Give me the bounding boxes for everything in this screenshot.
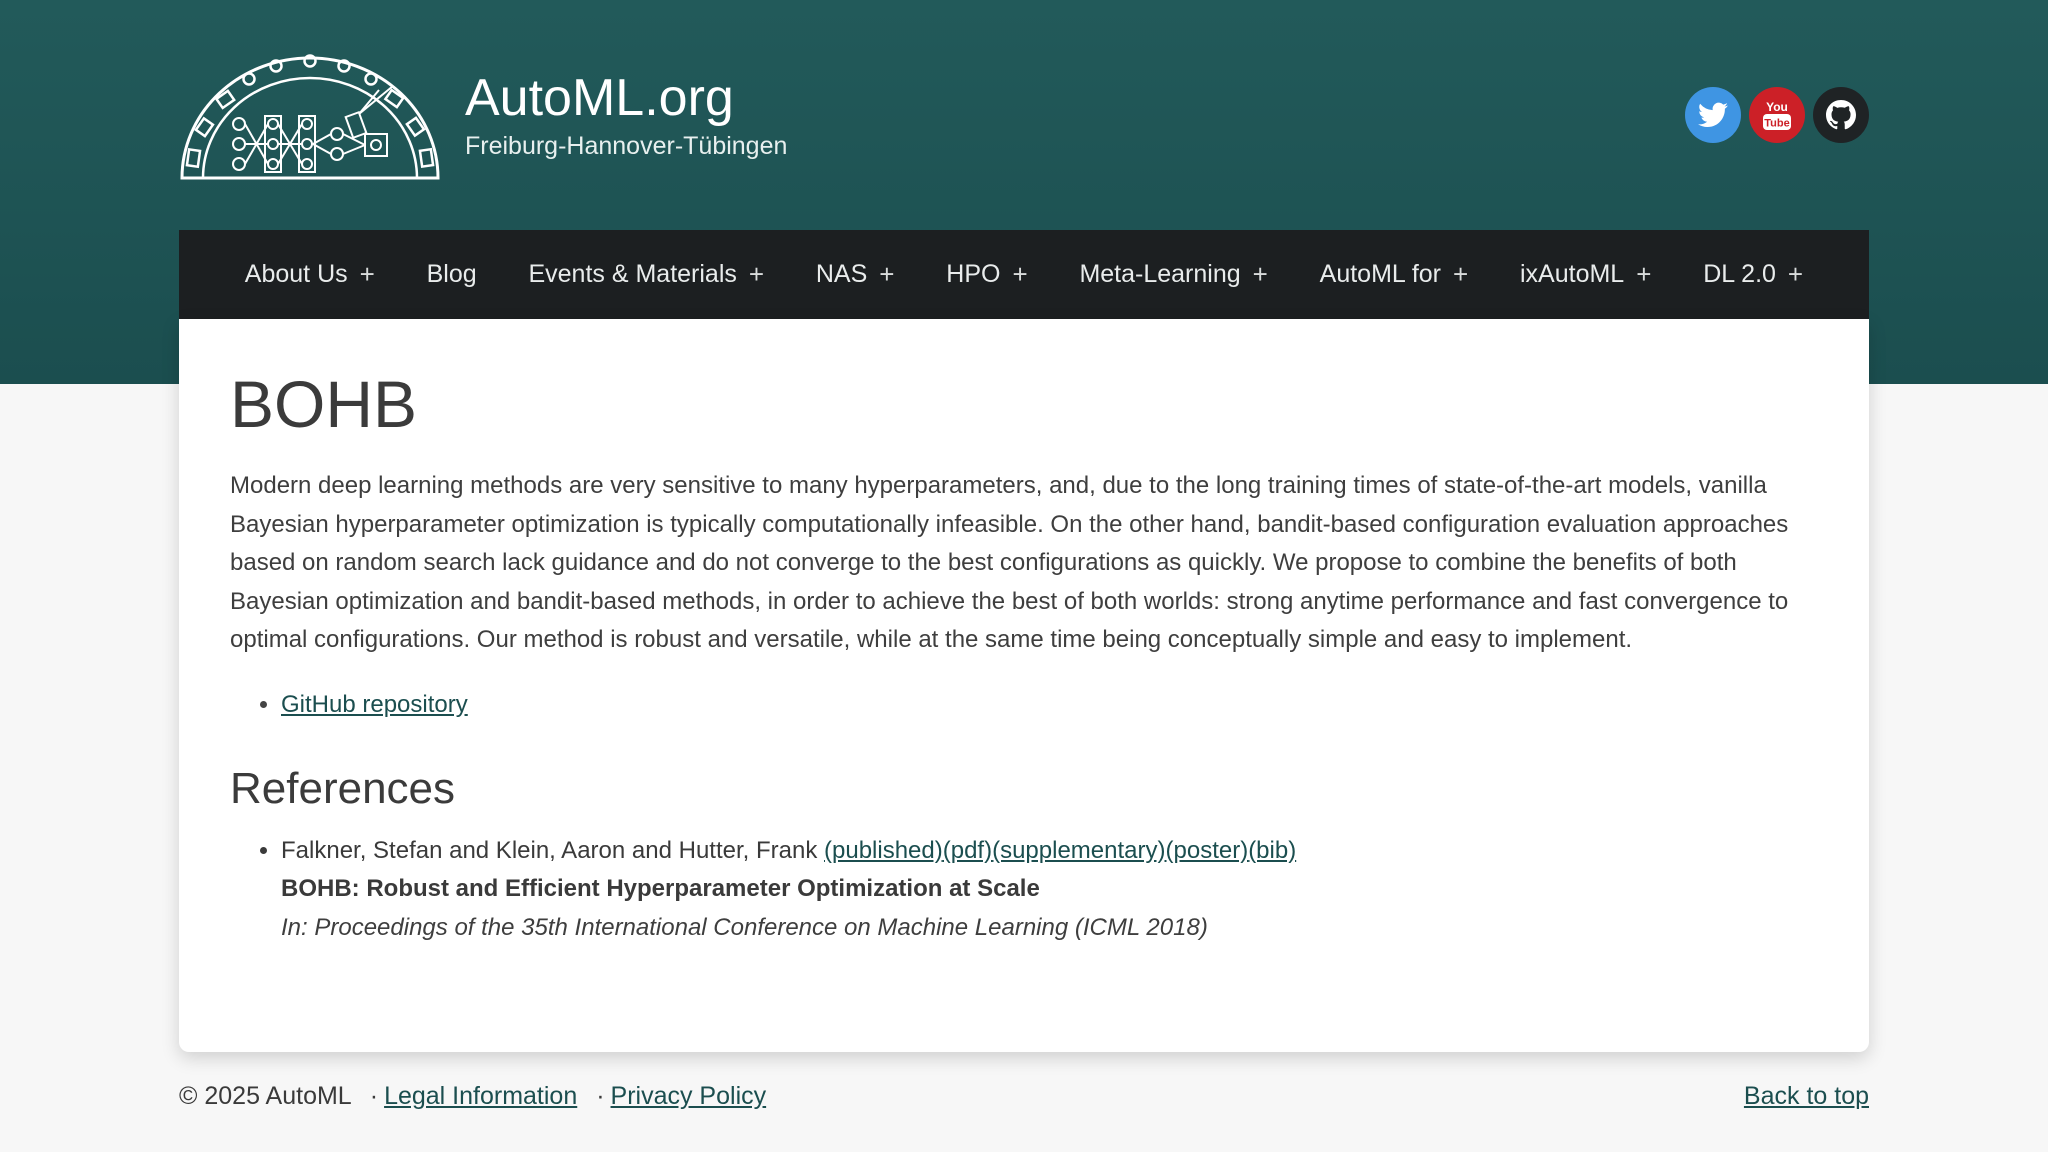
reference-authors: Falkner, Stefan and Klein, Aaron and Hut…: [281, 836, 818, 864]
privacy-policy-link[interactable]: Privacy Policy: [611, 1082, 767, 1110]
social-links: You Tube: [1685, 87, 1869, 143]
github-repository-link[interactable]: GitHub repository: [281, 691, 468, 718]
list-item: GitHub repository: [281, 686, 1817, 724]
page-title: BOHB: [230, 367, 418, 441]
github-octocat-icon: [1826, 100, 1856, 130]
nav-label: Blog: [426, 260, 477, 288]
expand-plus-icon[interactable]: +: [1636, 259, 1651, 290]
poster-link[interactable]: (poster): [1166, 837, 1249, 864]
abstract-paragraph: Modern deep learning methods are very se…: [230, 472, 1789, 653]
nav-item-blog[interactable]: Blog: [427, 260, 477, 289]
nav-label: AutoML for: [1319, 260, 1441, 288]
reference-venue: In: Proceedings of the 35th Internationa…: [281, 913, 1208, 941]
nav-item-automl-for[interactable]: AutoML for +: [1320, 259, 1469, 290]
expand-plus-icon[interactable]: +: [1012, 259, 1027, 290]
back-to-top-link[interactable]: Back to top: [1744, 1082, 1869, 1110]
footer-separator: ·: [596, 1082, 605, 1110]
expand-plus-icon[interactable]: +: [1453, 259, 1468, 290]
references-list: Falkner, Stefan and Klein, Aaron and Hut…: [230, 832, 1817, 948]
expand-plus-icon[interactable]: +: [1788, 259, 1803, 290]
github-link[interactable]: [1813, 87, 1869, 143]
supplementary-link[interactable]: (supplementary): [992, 837, 1165, 864]
nav-item-nas[interactable]: NAS +: [816, 259, 895, 290]
published-link[interactable]: (published): [824, 837, 943, 864]
nav-item-events-materials[interactable]: Events & Materials +: [528, 259, 764, 290]
references-heading: References: [230, 763, 456, 813]
nav-label: NAS: [815, 260, 868, 288]
nav-item-dl-2-0[interactable]: DL 2.0 +: [1703, 259, 1803, 290]
expand-plus-icon[interactable]: +: [749, 259, 764, 290]
nav-item-meta-learning[interactable]: Meta-Learning +: [1079, 259, 1267, 290]
nav-item-about-us[interactable]: About Us +: [245, 259, 375, 290]
site-footer: © 2025 AutoML · Legal Information · Privac…: [179, 1076, 1869, 1116]
reference-title: BOHB: Robust and Efficient Hyperparamete…: [281, 875, 1040, 902]
nav-item-ixautoml[interactable]: ixAutoML +: [1520, 259, 1651, 290]
pdf-link[interactable]: (pdf): [943, 837, 992, 864]
youtube-text-bottom: Tube: [1764, 118, 1789, 130]
site-title[interactable]: AutoML.org: [465, 68, 787, 128]
nav-label: ixAutoML: [1519, 260, 1625, 288]
automl-logo-icon[interactable]: [179, 50, 441, 180]
resource-links: GitHub repository: [230, 686, 1817, 724]
expand-plus-icon[interactable]: +: [360, 259, 375, 290]
expand-plus-icon[interactable]: +: [1253, 259, 1268, 290]
nav-label: About Us: [244, 260, 348, 288]
nav-item-hpo[interactable]: HPO +: [946, 259, 1027, 290]
twitter-link[interactable]: [1685, 87, 1741, 143]
expand-plus-icon[interactable]: +: [879, 259, 894, 290]
twitter-bird-icon: [1698, 102, 1728, 127]
bib-link[interactable]: (bib): [1248, 837, 1296, 864]
legal-information-link[interactable]: Legal Information: [384, 1082, 577, 1110]
copyright-text: © 2025 AutoML: [179, 1082, 351, 1110]
main-nav: About Us + Blog Events & Materials + NAS…: [179, 230, 1869, 319]
brand[interactable]: AutoML.org Freiburg-Hannover-Tübingen: [179, 50, 787, 180]
nav-label: HPO: [946, 260, 1001, 288]
footer-separator: ·: [369, 1082, 379, 1110]
youtube-link[interactable]: You Tube: [1749, 87, 1805, 143]
brand-text: AutoML.org Freiburg-Hannover-Tübingen: [465, 68, 787, 162]
nav-label: Events & Materials: [528, 260, 737, 288]
content-card: BOHB Modern deep learning methods are ve…: [179, 319, 1869, 1052]
site-subtitle: Freiburg-Hannover-Tübingen: [465, 132, 788, 160]
youtube-text-top: You: [1766, 100, 1788, 114]
nav-label: DL 2.0: [1703, 260, 1776, 288]
youtube-icon: You Tube: [1763, 100, 1791, 130]
nav-label: Meta-Learning: [1079, 260, 1241, 288]
reference-item: Falkner, Stefan and Klein, Aaron and Hut…: [281, 832, 1817, 948]
